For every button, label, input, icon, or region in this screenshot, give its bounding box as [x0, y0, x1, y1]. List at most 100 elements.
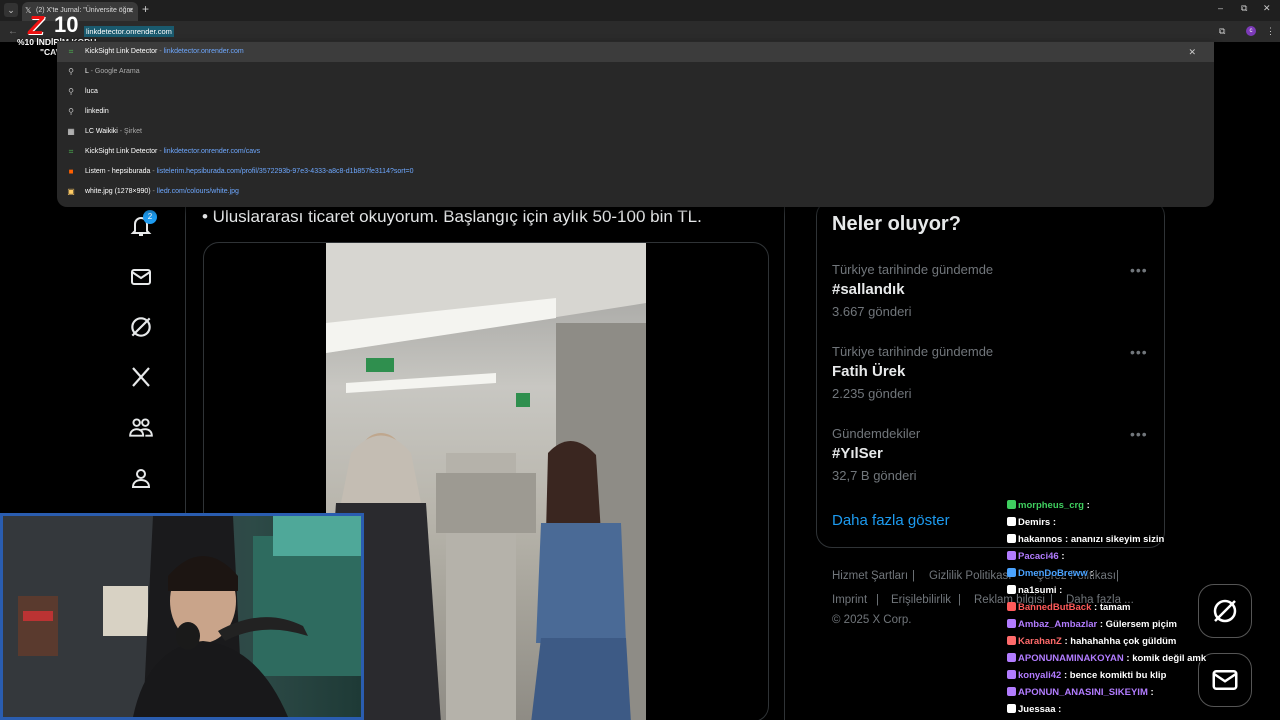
address-bar[interactable] — [60, 23, 1214, 41]
video-player[interactable] — [326, 243, 646, 720]
chat-colon: : — [1087, 568, 1094, 579]
suggestion-text: Listem - hepsiburada - listelerim.hepsib… — [85, 162, 414, 182]
omnibox-suggestion[interactable]: ■ Listem - hepsiburada - listelerim.hepsi… — [57, 162, 1214, 182]
chat-badge-icon — [1007, 585, 1016, 594]
suggestion-text: KickSight Link Detector - linkdetector.o… — [85, 42, 244, 62]
show-more-link[interactable]: Daha fazla göster — [832, 512, 950, 529]
globe-icon: ⌗ — [68, 147, 74, 156]
chat-badge-icon — [1007, 636, 1016, 645]
footer-terms-link[interactable]: Hizmet Şartları — [832, 570, 908, 582]
omnibox-suggestion[interactable]: ▣ white.jpg (1278×990) - lledr.com/colour… — [57, 182, 1214, 202]
trend-name[interactable]: Fatih Ürek — [832, 363, 905, 380]
chat-username: na1sumi — [1018, 585, 1057, 596]
browser-tab-bar — [0, 0, 1280, 21]
extensions-icon[interactable]: ⧉ — [1219, 26, 1225, 37]
suggestion-title: LC Waikiki — [85, 128, 118, 135]
image-icon: ▣ — [67, 187, 75, 196]
suggestion-text: white.jpg (1278×990) - lledr.com/colours… — [85, 182, 239, 202]
chat-colon: : — [1062, 534, 1071, 545]
profile-icon[interactable] — [126, 463, 156, 493]
grok-floating-button[interactable] — [1198, 584, 1252, 638]
grok-icon[interactable] — [126, 312, 156, 342]
window-close-button[interactable]: ✕ — [1263, 3, 1271, 14]
chat-message: morpheus_crg : — [1007, 500, 1090, 511]
x-premium-logo-icon[interactable] — [126, 362, 156, 392]
suggestion-detail: linkdetector.onrender.com — [163, 48, 244, 55]
chat-message: Demirs : — [1007, 517, 1056, 528]
suggestion-title: KickSight Link Detector — [85, 48, 158, 55]
chat-colon: : — [1147, 687, 1154, 698]
trends-title: Neler oluyor? — [832, 213, 961, 235]
trend-name[interactable]: #sallandık — [832, 281, 905, 298]
chat-username: konyali42 — [1018, 670, 1062, 681]
omnibox-suggestion[interactable]: ⌗ KickSight Link Detector - linkdetector.… — [57, 42, 1214, 62]
tweet-text: • Uluslararası ticaret okuyorum. Başlang… — [202, 207, 702, 226]
suggestion-text: luca — [85, 82, 98, 102]
trend-context: Gündemdekiler — [832, 426, 921, 441]
chat-username: APONUNAMINAKOYAN — [1018, 653, 1124, 664]
trend-more-icon[interactable]: ••• — [1130, 344, 1148, 360]
back-button[interactable]: ← — [8, 26, 18, 37]
messages-mail-icon[interactable] — [126, 262, 156, 292]
chat-text: komik değil amk — [1132, 653, 1207, 664]
footer-privacy-link[interactable]: Gizlilik Politikası — [929, 570, 1011, 582]
communities-icon[interactable] — [126, 412, 156, 442]
suggestion-title: luca — [85, 88, 98, 95]
suggestion-text: linkedin — [85, 102, 109, 122]
hepsiburada-icon: ■ — [68, 167, 74, 176]
remove-suggestion-icon[interactable]: ✕ — [1188, 42, 1196, 62]
tab-search-button[interactable]: ⌄ — [4, 3, 18, 17]
minimize-button[interactable]: – — [1218, 3, 1223, 13]
chat-badge-icon — [1007, 704, 1016, 713]
trend-name[interactable]: #YılSer — [832, 445, 883, 462]
chat-message: Juessaa : — [1007, 704, 1061, 715]
url-text[interactable]: linkdetector.onrender.com — [84, 26, 174, 37]
search-icon: ⚲ — [68, 67, 74, 76]
omnibox-suggestion[interactable]: ⚲ linkedin — [57, 102, 1214, 122]
tab-close-icon[interactable]: ✕ — [127, 2, 134, 19]
chat-username: Juessaa — [1018, 704, 1056, 715]
chat-badge-icon — [1007, 653, 1016, 662]
chat-text: tamam — [1099, 602, 1131, 613]
chat-text: bence komikti bu klip — [1069, 670, 1167, 681]
suggestion-detail: Şirket — [124, 128, 142, 135]
chat-colon: : — [1091, 602, 1100, 613]
omnibox-suggestion[interactable]: ⚲ L - Google Arama — [57, 62, 1214, 82]
chat-badge-icon — [1007, 500, 1016, 509]
chat-badge-icon — [1007, 619, 1016, 628]
chat-username: hakannos — [1018, 534, 1063, 545]
restore-button[interactable]: ⧉ — [1241, 3, 1247, 14]
browser-menu-icon[interactable]: ⋮ — [1266, 26, 1275, 37]
chat-username: Pacaci46 — [1018, 551, 1059, 562]
chat-colon: : — [1055, 704, 1062, 715]
company-icon: ▦ — [67, 127, 75, 136]
omnibox-suggestion[interactable]: ▦ LC Waikiki - Şirket — [57, 122, 1214, 142]
globe-icon: ⌗ — [68, 47, 74, 56]
suggestion-detail: Google Arama — [94, 68, 140, 75]
omnibox-suggestion[interactable]: ⚲ luca — [57, 82, 1214, 102]
profile-avatar[interactable]: c — [1246, 26, 1256, 36]
footer-copyright: © 2025 X Corp. — [832, 614, 912, 626]
omnibox-suggestion[interactable]: ⌗ KickSight Link Detector - linkdetector.… — [57, 142, 1214, 162]
chat-text: Gülersem piçim — [1105, 619, 1177, 630]
chat-message: KarahanZ : hahahahha çok güldüm — [1007, 636, 1176, 647]
notification-count-badge: 2 — [143, 210, 157, 224]
chat-colon: : — [1056, 585, 1063, 596]
trend-count: 3.667 gönderi — [832, 304, 912, 319]
footer-accessibility-link[interactable]: Erişilebilirlik — [891, 594, 951, 606]
chat-colon: : — [1097, 619, 1106, 630]
trend-more-icon[interactable]: ••• — [1130, 262, 1148, 278]
footer-imprint-link[interactable]: Imprint — [832, 594, 867, 606]
new-tab-button[interactable]: + — [142, 2, 149, 16]
trend-more-icon[interactable]: ••• — [1130, 426, 1148, 442]
chat-badge-icon — [1007, 687, 1016, 696]
chat-colon: : — [1050, 517, 1057, 528]
chat-username: DmenDoBreww — [1018, 568, 1088, 579]
suggestion-text: L - Google Arama — [85, 62, 140, 82]
tab-title: (2) X'te Jurnal: "Üniversite öğre — [36, 7, 133, 14]
chat-message: Ambaz_Ambazlar : Gülersem piçim — [1007, 619, 1177, 630]
overlay-logo-number: 10 — [54, 12, 79, 37]
chat-badge-icon — [1007, 517, 1016, 526]
trend-count: 32,7 B gönderi — [832, 468, 917, 483]
footer-separator: | — [912, 570, 915, 582]
